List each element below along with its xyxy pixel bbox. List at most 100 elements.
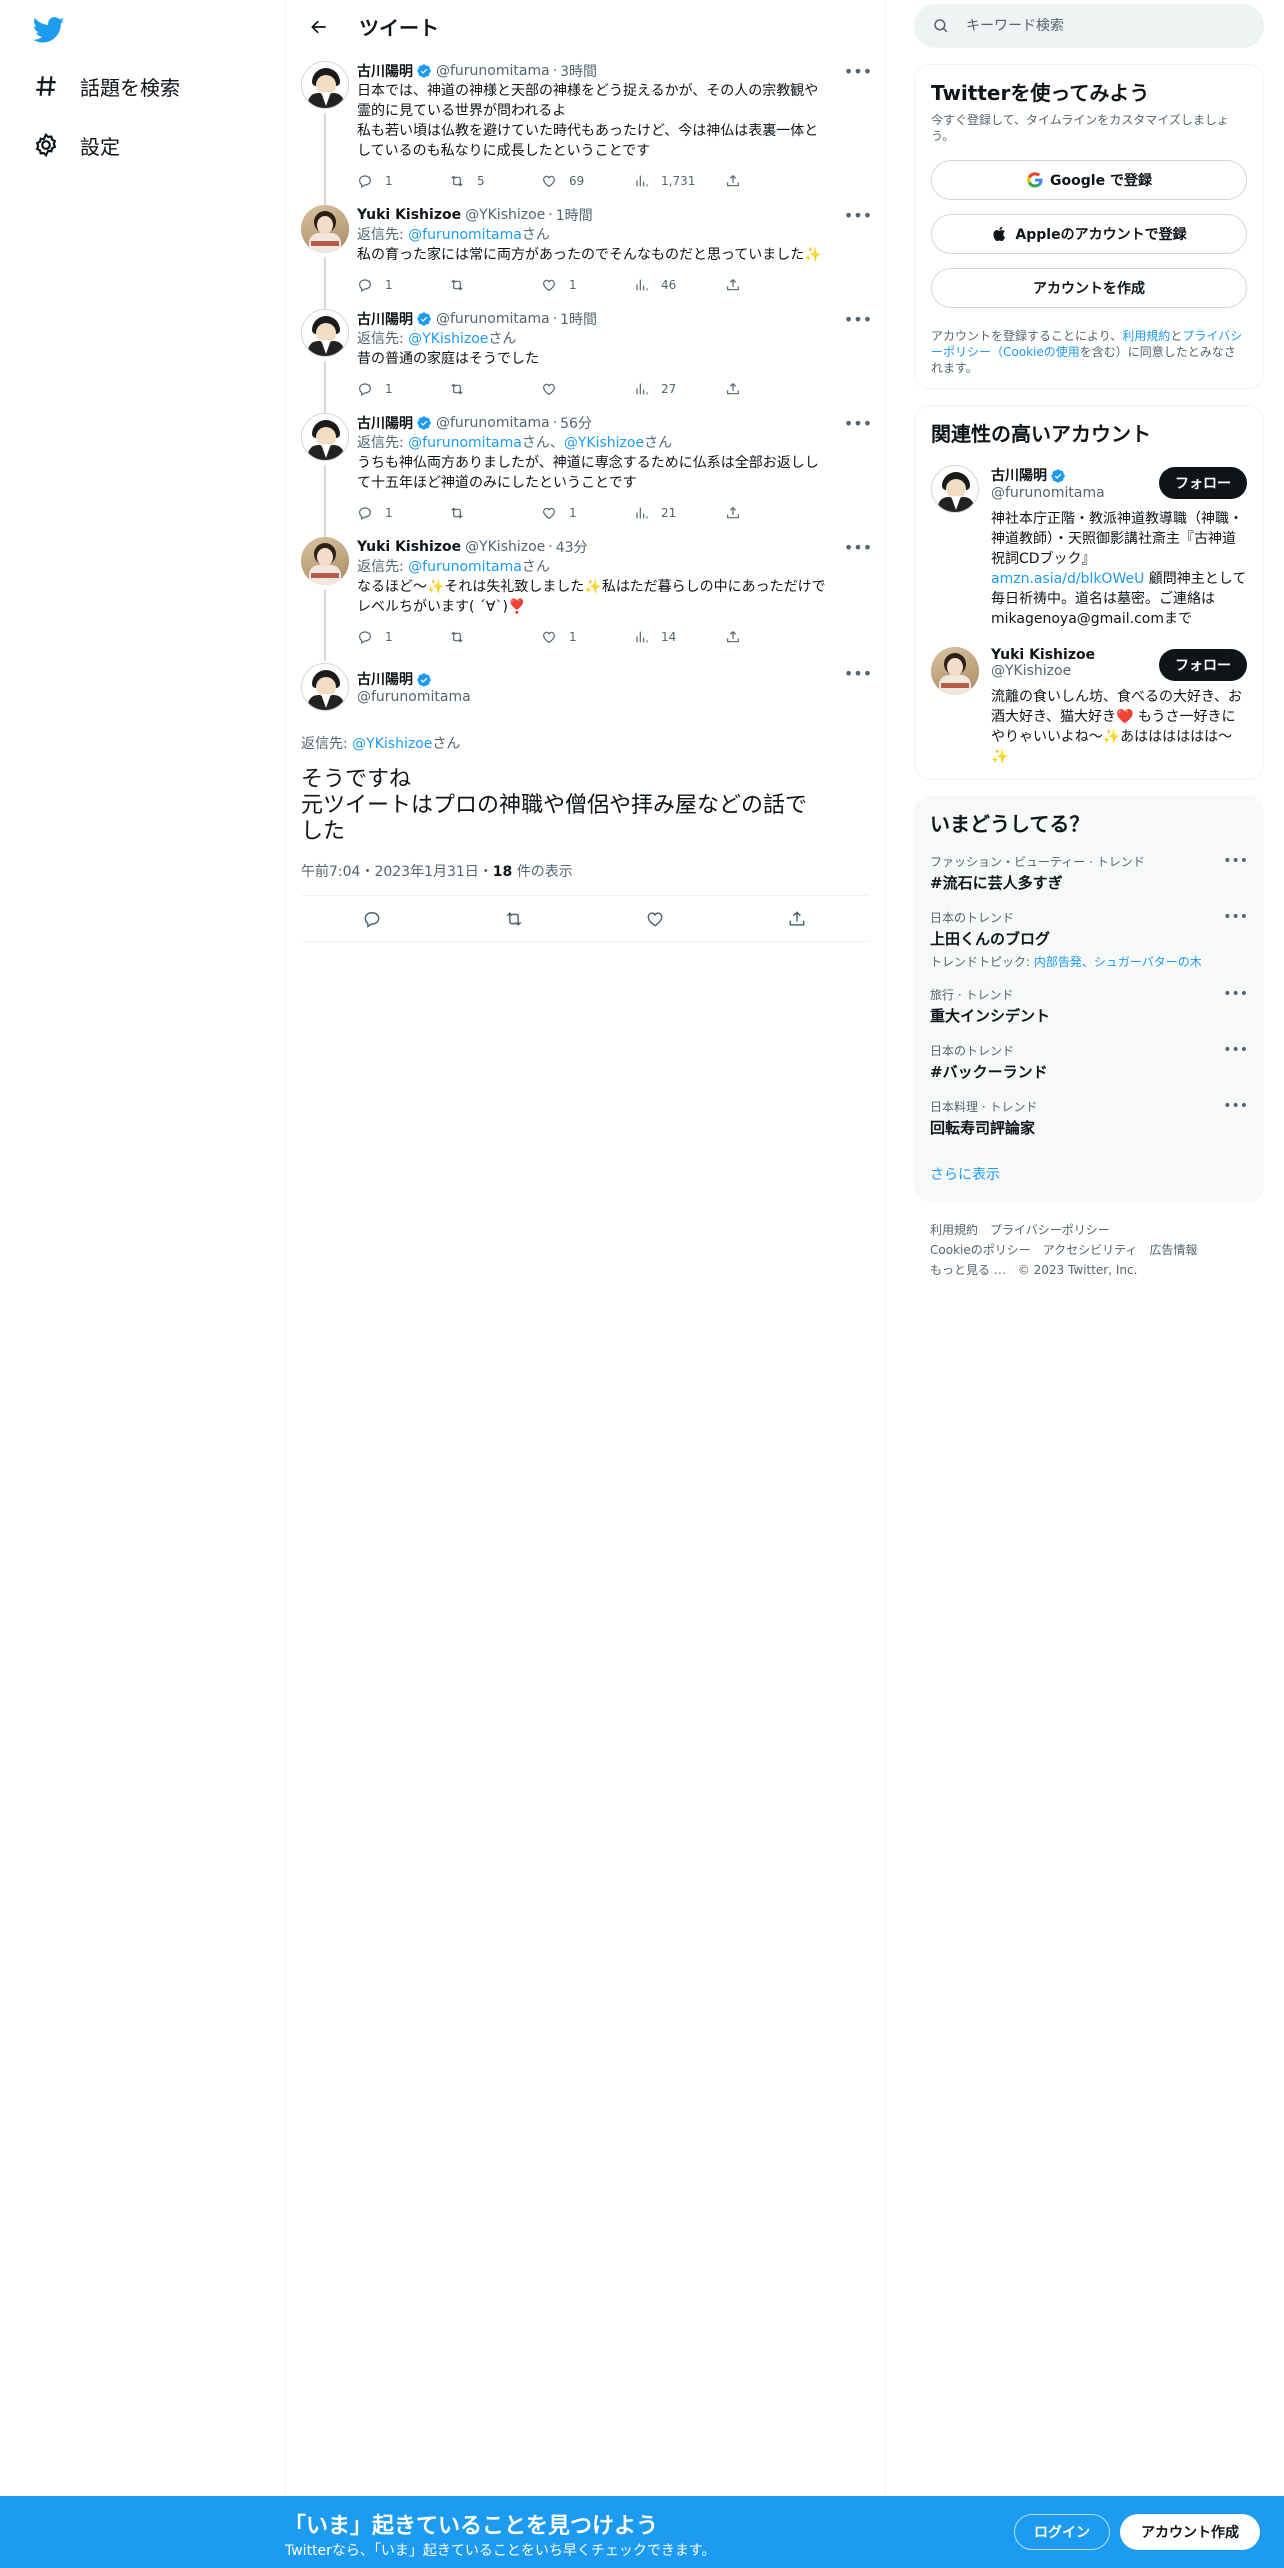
trend-item[interactable]: 旅行 · トレンド 重大インシデント •••: [930, 986, 1248, 1026]
search-bar[interactable]: [914, 4, 1264, 48]
more-icon[interactable]: •••: [844, 205, 872, 225]
reply-button[interactable]: 1: [357, 277, 449, 293]
author-handle[interactable]: @YKishizoe: [465, 539, 545, 555]
reply-button[interactable]: 1: [357, 381, 449, 397]
like-icon[interactable]: [645, 909, 665, 929]
nav-explore[interactable]: 話題を検索: [32, 64, 180, 108]
avatar[interactable]: [931, 647, 979, 695]
google-signup-button[interactable]: Google で登録: [931, 160, 1247, 200]
share-button[interactable]: [725, 277, 745, 293]
tweet-time[interactable]: 43分: [556, 537, 588, 557]
retweet-icon[interactable]: [504, 909, 524, 929]
tweet[interactable]: 古川陽明 @furunomitama · 1時間 返信先: @YKishizoeさん 昔の…: [285, 301, 884, 413]
trend-item[interactable]: ファッション・ビューティー · トレンド #流石に芸人多すぎ •••: [930, 853, 1248, 893]
more-icon[interactable]: •••: [1223, 1042, 1248, 1058]
footer-cookie-link[interactable]: Cookieのポリシー: [930, 1243, 1031, 1257]
tweet[interactable]: Yuki Kishizoe @YKishizoe · 43分 返信先: @furunom…: [285, 529, 884, 661]
follow-button[interactable]: フォロー: [1159, 649, 1247, 681]
author-handle[interactable]: @furunomitama: [436, 63, 550, 79]
author-name[interactable]: 古川陽明: [357, 309, 413, 329]
tweet-time[interactable]: 3時間: [560, 61, 597, 81]
views-button[interactable]: 1,731: [633, 173, 725, 189]
more-icon[interactable]: •••: [844, 61, 872, 81]
like-button[interactable]: [541, 381, 633, 397]
tweet-time[interactable]: 56分: [560, 413, 592, 433]
footer-accessibility-link[interactable]: アクセシビリティ: [1043, 1243, 1138, 1257]
trend-item[interactable]: 日本のトレンド 上田くんのブログ トレンドトピック: 内部告発、シュガーバターの木 •…: [930, 909, 1248, 970]
like-button[interactable]: 1: [541, 505, 633, 521]
nav-settings[interactable]: 設定: [32, 123, 120, 167]
author-name[interactable]: Yuki Kishizoe: [357, 539, 461, 555]
more-icon[interactable]: •••: [1223, 986, 1248, 1002]
views-button[interactable]: 21: [633, 505, 725, 521]
avatar[interactable]: [931, 465, 979, 513]
reply-button[interactable]: 1: [357, 173, 449, 189]
trend-topics-links[interactable]: 内部告発、シュガーバターの木: [1034, 955, 1202, 969]
more-icon[interactable]: •••: [1223, 1098, 1248, 1114]
share-button[interactable]: [725, 173, 745, 189]
retweet-button[interactable]: [449, 629, 541, 645]
show-more-link[interactable]: さらに表示: [930, 1164, 1248, 1190]
search-input[interactable]: [966, 18, 1206, 34]
reply-button[interactable]: 1: [357, 629, 449, 645]
retweet-button[interactable]: 5: [449, 173, 541, 189]
retweet-button[interactable]: [449, 505, 541, 521]
create-account-button[interactable]: アカウントを作成: [931, 268, 1247, 308]
twitter-logo-icon[interactable]: [32, 14, 65, 46]
views-button[interactable]: 27: [633, 381, 725, 397]
avatar[interactable]: [301, 413, 349, 461]
tweet[interactable]: 古川陽明 @furunomitama · 3時間 日本では、神道の神様と天部の神様をどう…: [285, 53, 884, 205]
reply-to-link[interactable]: @YKishizoe: [408, 331, 488, 347]
reply-to-link[interactable]: @YKishizoe: [564, 435, 644, 451]
reply-to-link[interactable]: @YKishizoe: [352, 736, 432, 752]
like-button[interactable]: 1: [541, 629, 633, 645]
related-account[interactable]: 古川陽明 @furunomitama 神社本庁正階・教派神道教導職（神職・神道教師）…: [931, 465, 1247, 629]
author-handle[interactable]: @YKishizoe: [465, 207, 545, 223]
tweet[interactable]: Yuki Kishizoe @YKishizoe · 1時間 返信先: @furunom…: [285, 197, 884, 309]
tweet[interactable]: 古川陽明 @furunomitama · 56分 返信先: @furunomitamaさ…: [285, 405, 884, 537]
author-name[interactable]: 古川陽明: [357, 413, 413, 433]
views-button[interactable]: 14: [633, 629, 725, 645]
reply-button[interactable]: 1: [357, 505, 449, 521]
more-icon[interactable]: •••: [844, 309, 872, 329]
reply-to-link[interactable]: @furunomitama: [408, 559, 522, 575]
retweet-button[interactable]: [449, 277, 541, 293]
avatar[interactable]: [301, 205, 349, 253]
author-name[interactable]: 古川陽明: [357, 61, 413, 81]
avatar[interactable]: [301, 61, 349, 109]
author-name[interactable]: Yuki Kishizoe: [357, 207, 461, 223]
terms-link[interactable]: 利用規約: [1122, 329, 1170, 343]
author-handle[interactable]: @furunomitama: [436, 311, 550, 327]
timestamp[interactable]: 午前7:04・2023年1月31日・: [301, 864, 493, 880]
author-name[interactable]: 古川陽明: [357, 672, 413, 688]
share-button[interactable]: [725, 381, 745, 397]
follow-button[interactable]: フォロー: [1159, 467, 1247, 499]
login-button[interactable]: ログイン: [1014, 2514, 1110, 2550]
more-icon[interactable]: •••: [1223, 853, 1248, 869]
avatar[interactable]: [301, 537, 349, 585]
like-button[interactable]: 69: [541, 173, 633, 189]
account-name[interactable]: 古川陽明: [991, 468, 1047, 484]
signup-button[interactable]: アカウント作成: [1120, 2514, 1260, 2550]
footer-ads-link[interactable]: 広告情報: [1149, 1243, 1197, 1257]
trend-item[interactable]: 日本料理 · トレンド 回転寿司評論家 •••: [930, 1098, 1248, 1138]
share-icon[interactable]: [787, 909, 807, 929]
author-handle[interactable]: @furunomitama: [436, 415, 550, 431]
more-icon[interactable]: •••: [844, 537, 872, 557]
tweet-time[interactable]: 1時間: [556, 205, 593, 225]
more-icon[interactable]: •••: [1223, 909, 1248, 925]
reply-to-link[interactable]: @furunomitama: [408, 227, 522, 243]
apple-signup-button[interactable]: Appleのアカウントで登録: [931, 214, 1247, 254]
share-button[interactable]: [725, 505, 745, 521]
retweet-button[interactable]: [449, 381, 541, 397]
footer-more-link[interactable]: もっと見る …: [930, 1263, 1006, 1277]
tweet-time[interactable]: 1時間: [560, 309, 597, 329]
avatar[interactable]: [301, 663, 349, 711]
related-account[interactable]: Yuki Kishizoe @YKishizoe 流離の食いしん坊、食べるの大好き、…: [931, 647, 1247, 767]
footer-privacy-link[interactable]: プライバシーポリシー: [990, 1223, 1110, 1237]
reply-to-link[interactable]: @furunomitama: [408, 435, 522, 451]
views-button[interactable]: 46: [633, 277, 725, 293]
author-handle[interactable]: @furunomitama: [357, 689, 471, 705]
account-name[interactable]: Yuki Kishizoe: [991, 647, 1095, 663]
more-icon[interactable]: •••: [844, 663, 872, 683]
